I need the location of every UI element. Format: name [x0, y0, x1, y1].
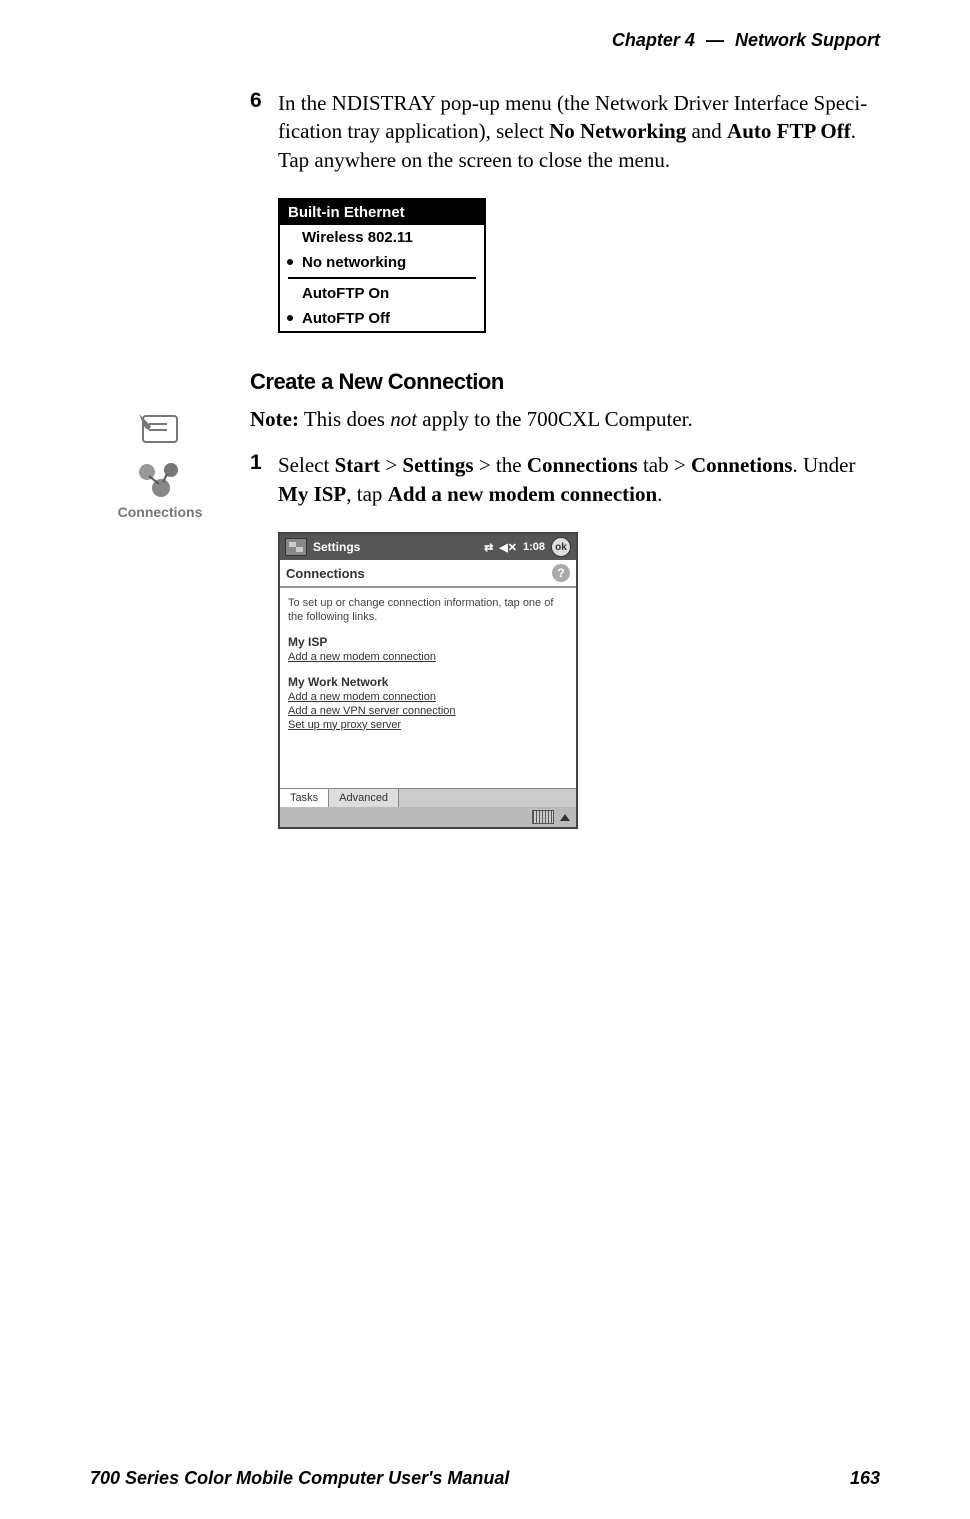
work-proxy-link: Set up my proxy server [288, 719, 568, 731]
speaker-icon: ◀✕ [499, 541, 517, 554]
connections-icon [135, 460, 185, 500]
topbar-title: Settings [313, 540, 360, 554]
tab-advanced: Advanced [329, 789, 399, 807]
step-number: 6 [250, 89, 278, 174]
menu-title: Built-in Ethernet [280, 200, 484, 225]
my-isp-label: My ISP [288, 635, 568, 649]
running-header: Chapter 4 — Network Support [90, 30, 880, 51]
connections-icon-block: Connections [100, 460, 220, 520]
step-6: 6 In the NDISTRAY pop-up menu (the Netwo… [250, 89, 880, 174]
connections-icon-label: Connections [100, 504, 220, 520]
running-footer: 700 Series Color Mobile Computer User's … [90, 1468, 880, 1489]
footer-manual-title: 700 Series Color Mobile Computer User's … [90, 1468, 509, 1489]
tab-tasks: Tasks [280, 789, 329, 807]
my-work-label: My Work Network [288, 675, 568, 689]
note: Note: This does not apply to the 700CXL … [250, 405, 880, 433]
arrow-up-icon [560, 814, 570, 821]
menu-item-no-networking: No networking [280, 250, 484, 275]
keyboard-icon [532, 810, 554, 824]
note-icon [100, 410, 220, 452]
pencil-note-icon [137, 410, 183, 448]
menu-item-autoftp-off: AutoFTP Off [280, 306, 484, 331]
clock-time: 1:08 [523, 541, 545, 553]
step-1: 1 Select Start > Settings > the Connecti… [250, 451, 880, 508]
section-heading: Create a New Connection [250, 369, 880, 395]
step-number: 1 [250, 451, 278, 508]
menu-item-wireless: Wireless 802.11 [280, 225, 484, 250]
work-add-modem-link: Add a new modem connection [288, 691, 568, 703]
ok-button: ok [551, 537, 571, 557]
device-screenshot: Settings ⇄ ◀✕ 1:08 ok Connections ? To s… [278, 532, 578, 829]
work-add-vpn-link: Add a new VPN server connection [288, 705, 568, 717]
footer-page-number: 163 [850, 1468, 880, 1489]
device-bottombar [280, 807, 576, 827]
menu-item-autoftp-on: AutoFTP On [280, 281, 484, 306]
device-tabs: Tasks Advanced [280, 788, 576, 807]
note-label: Note: [250, 407, 299, 431]
header-separator: — [706, 30, 724, 50]
chapter-title: Network Support [735, 30, 880, 50]
chapter-number: Chapter 4 [612, 30, 695, 50]
ndistray-menu: Built-in Ethernet Wireless 802.11 No net… [278, 198, 486, 333]
device-topbar: Settings ⇄ ◀✕ 1:08 ok [280, 534, 576, 560]
menu-divider [288, 277, 476, 279]
step-text: In the NDISTRAY pop-up menu (the Network… [278, 89, 880, 174]
page: Chapter 4 — Network Support 6 In the NDI… [0, 0, 970, 1519]
step-text: Select Start > Settings > the Connection… [278, 451, 880, 508]
device-screen-title: Connections [286, 566, 365, 581]
device-body: To set up or change connection informati… [280, 588, 576, 788]
help-icon: ? [552, 564, 570, 582]
signal-icon: ⇄ [484, 541, 493, 554]
device-hint: To set up or change connection informati… [288, 596, 568, 625]
start-flag-icon [285, 538, 307, 556]
main-column: 6 In the NDISTRAY pop-up menu (the Netwo… [250, 89, 880, 829]
isp-add-modem-link: Add a new modem connection [288, 651, 568, 663]
device-screen-title-row: Connections ? [280, 560, 576, 588]
